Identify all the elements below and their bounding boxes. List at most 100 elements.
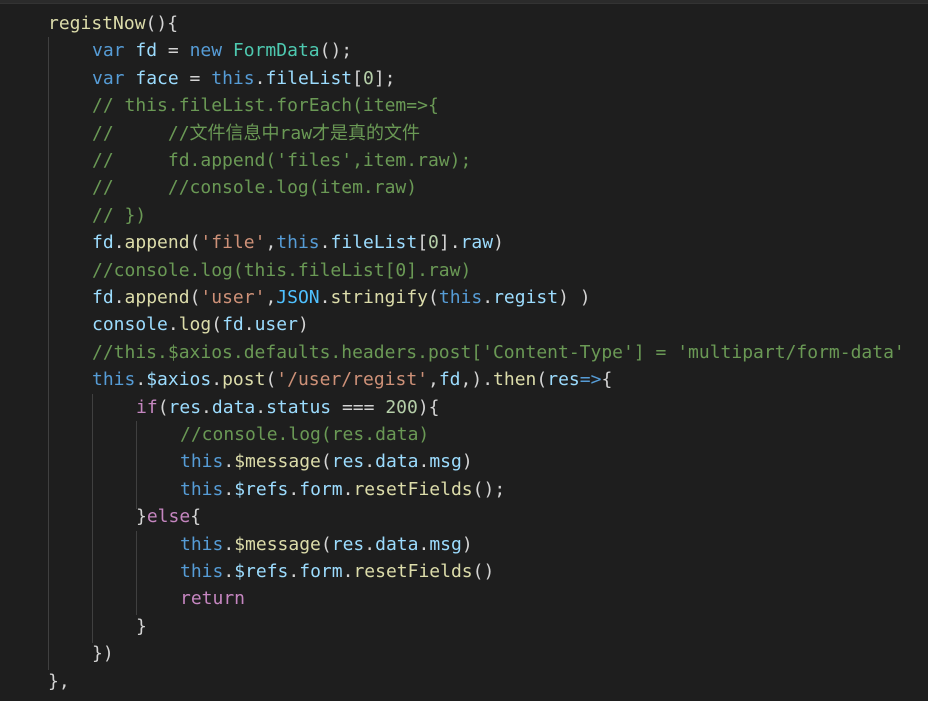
- code-line[interactable]: this.$message(res.data.msg): [180, 531, 473, 558]
- code-token-variable: user: [254, 314, 298, 336]
- code-token-variable: fd: [135, 40, 158, 62]
- code-token-keyword: this: [180, 533, 224, 555]
- code-token-function: resetFields: [353, 478, 473, 500]
- code-token-default: (){: [145, 13, 179, 34]
- code-token-default: (: [320, 451, 332, 473]
- code-token-variable: data: [375, 451, 419, 473]
- code-token-default: ===: [331, 396, 386, 418]
- code-token-class: FormData: [232, 40, 320, 62]
- code-token-default: },: [48, 670, 70, 692]
- code-line[interactable]: return: [180, 585, 245, 612]
- code-token-default: (: [157, 396, 169, 418]
- code-token-variable: res: [331, 451, 365, 473]
- code-line[interactable]: // fd.append('files',item.raw);: [92, 147, 471, 174]
- code-token-default: .: [342, 478, 354, 500]
- code-token-string: 'file': [200, 232, 266, 254]
- code-token-default: ,: [265, 232, 277, 254]
- code-token-variable: status: [266, 396, 332, 418]
- code-line[interactable]: // //文件信息中raw才是真的文件: [92, 120, 420, 147]
- code-line[interactable]: if(res.data.status === 200){: [136, 394, 440, 421]
- code-editor[interactable]: registNow(){var fd = new FormData(); var …: [0, 0, 928, 701]
- code-line[interactable]: fd.append('user',JSON.stringify(this.reg…: [92, 284, 591, 311]
- code-token-default: ): [461, 533, 473, 555]
- code-line[interactable]: },: [48, 668, 70, 695]
- code-line[interactable]: fd.append('file',this.fileList[0].raw): [92, 229, 504, 256]
- code-token-default: .: [135, 369, 147, 391]
- code-token-control: if: [136, 396, 158, 418]
- code-token-default: ): [297, 314, 309, 336]
- code-token-default: (: [536, 369, 548, 391]
- code-token-keyword: this: [276, 232, 320, 254]
- code-token-number: 200: [385, 396, 418, 418]
- code-token-default: ,: [428, 369, 439, 391]
- code-token-function: $message: [234, 451, 321, 473]
- code-token-default: .: [223, 478, 235, 500]
- code-token-keyword: this: [180, 451, 224, 473]
- code-token-default: .: [201, 396, 212, 418]
- code-token-default: (: [428, 287, 439, 308]
- code-token-variable: $refs: [234, 478, 289, 500]
- code-token-default: (): [472, 561, 495, 582]
- code-token-default: ): [461, 451, 473, 473]
- code-token-default: [222, 40, 233, 61]
- code-token-default: .: [223, 561, 235, 582]
- code-token-default: .: [319, 232, 331, 254]
- code-token-function: log: [178, 314, 212, 336]
- code-token-default: .: [364, 451, 376, 473]
- code-token-default: ].: [438, 232, 461, 254]
- code-line[interactable]: registNow(){: [48, 10, 178, 37]
- code-token-default: .: [211, 369, 223, 391]
- code-line[interactable]: }): [92, 640, 114, 667]
- code-token-function: append: [124, 232, 190, 254]
- code-token-function: resetFields: [353, 561, 473, 582]
- code-line[interactable]: var face = this.fileList[0];: [92, 65, 396, 92]
- code-token-default: .: [342, 561, 354, 582]
- code-line[interactable]: var fd = new FormData();: [92, 37, 352, 64]
- code-line[interactable]: console.log(fd.user): [92, 311, 309, 338]
- code-token-keyword: this: [211, 67, 255, 89]
- code-token-variable: msg: [429, 533, 462, 555]
- code-line[interactable]: //console.log(this.fileList[0].raw): [92, 257, 471, 284]
- code-token-variable: data: [211, 396, 256, 418]
- code-line[interactable]: // //console.log(item.raw): [92, 174, 417, 201]
- code-token-comment: // fd.append('files',item.raw);: [92, 150, 472, 171]
- code-token-variable: raw: [460, 232, 494, 254]
- code-token-comment: // }): [92, 204, 147, 226]
- code-token-default: .: [288, 478, 300, 500]
- code-token-default: .: [223, 451, 235, 473]
- code-token-variable: fileList: [265, 67, 353, 89]
- code-token-default: .: [254, 67, 266, 89]
- code-token-comment: //console.log(res.data): [180, 424, 430, 445]
- code-line[interactable]: //console.log(res.data): [180, 421, 429, 448]
- code-token-variable: face: [135, 67, 179, 89]
- code-line[interactable]: // }): [92, 202, 146, 229]
- code-line[interactable]: // this.fileList.forEach(item=>{: [92, 92, 439, 119]
- code-line[interactable]: //this.$axios.defaults.headers.post['Con…: [92, 339, 905, 366]
- code-token-function: $message: [234, 533, 321, 555]
- code-line[interactable]: this.$axios.post('/user/regist',fd,).the…: [92, 366, 612, 393]
- code-token-default: }: [136, 615, 147, 637]
- code-token-comment: // this.fileList.forEach(item=>{: [92, 95, 439, 117]
- code-token-variable: fd: [438, 369, 461, 391]
- code-token-default: (: [189, 287, 201, 308]
- code-token-variable: console: [92, 314, 168, 336]
- code-token-keyword: var: [92, 67, 125, 89]
- editor-top-border: [0, 0, 928, 4]
- code-token-default: {: [601, 369, 613, 391]
- code-line[interactable]: this.$message(res.data.msg): [180, 448, 473, 475]
- code-token-variable: form: [299, 478, 343, 500]
- code-token-variable: data: [375, 533, 419, 555]
- code-token-variable: res: [547, 369, 580, 391]
- code-token-default: .: [113, 232, 125, 254]
- code-token-keyword: this: [180, 561, 224, 582]
- code-line[interactable]: this.$refs.form.resetFields(): [180, 558, 494, 585]
- code-token-keyword: this: [438, 287, 483, 308]
- code-token-keyword: var: [92, 40, 125, 62]
- code-line[interactable]: this.$refs.form.resetFields();: [180, 476, 505, 503]
- code-line[interactable]: }: [136, 613, 147, 640]
- code-token-keyword: =>: [579, 369, 602, 391]
- code-token-default: ,: [265, 287, 277, 308]
- code-line[interactable]: }else{: [136, 503, 201, 530]
- code-token-keyword: new: [189, 40, 223, 62]
- code-token-function: registNow: [48, 13, 146, 34]
